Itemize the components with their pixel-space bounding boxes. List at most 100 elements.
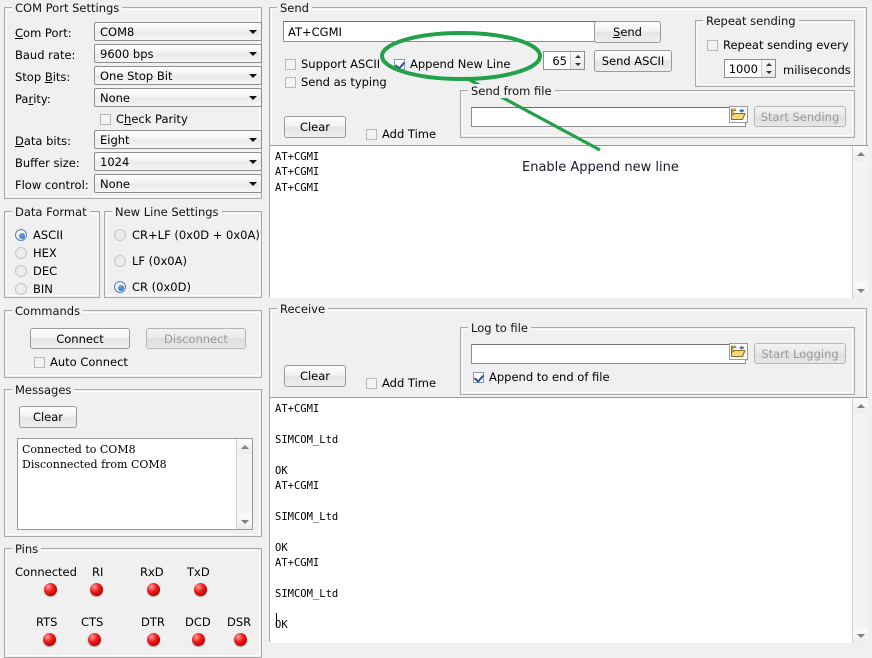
chevron-down-icon [245,23,261,40]
pin-led-rts [43,633,56,646]
data-format-caption: Data Format [12,205,90,219]
spinner-up-icon[interactable] [571,52,584,61]
support-ascii-checkbox[interactable]: Support ASCII [285,57,380,71]
send-file-path-input[interactable] [471,107,746,127]
spinner-buttons[interactable] [761,60,775,77]
repeat-interval-spinner[interactable]: 1000 [724,59,776,78]
data-bits-value: Eight [95,133,245,147]
receive-clear-button[interactable]: Clear [284,365,346,387]
repeat-sending-caption: Repeat sending [703,14,799,28]
new-line-settings-caption: New Line Settings [112,205,222,219]
append-new-line-checkbox[interactable]: Append New Line [394,57,511,71]
send-button[interactable]: Send [594,21,661,43]
spinner-buttons[interactable] [570,52,584,69]
radio-data-format-dec[interactable]: DEC [15,264,57,278]
scroll-up-icon[interactable] [853,146,868,161]
append-to-end-checkbox[interactable]: Append to end of file [473,370,610,384]
scroll-up-icon[interactable] [237,439,252,454]
ascii-code-value: 65 [544,52,570,69]
radio-newline-crlf[interactable]: CR+LF (0x0D + 0x0A) [114,228,260,242]
receive-output-scrollbar[interactable] [852,398,868,643]
flow-control-label: Flow control: [15,178,89,192]
radio-mark [114,255,126,267]
send-add-time-checkbox[interactable]: Add Time [366,127,436,141]
append-new-line-label: Append New Line [410,57,511,71]
repeat-interval-value: 1000 [725,60,761,77]
radio-data-format-bin[interactable]: BIN [15,282,53,296]
send-clear-label: Clear [300,120,330,134]
baud-rate-select[interactable]: 9600 bps [94,44,262,63]
parity-value: None [95,91,245,105]
append-to-end-label: Append to end of file [489,370,610,384]
messages-scrollbar[interactable] [236,439,252,529]
pin-label-ri: RI [92,565,103,579]
check-parity-label: Check Parity [116,112,188,126]
folder-open-icon[interactable] [729,343,748,360]
scroll-down-icon[interactable] [853,628,868,643]
start-sending-button[interactable]: Start Sending [754,106,846,127]
radio-newline-cr[interactable]: CR (0x0D) [114,280,191,294]
data-bits-select[interactable]: Eight [94,130,262,149]
send-clear-button[interactable]: Clear [284,116,346,138]
pin-label-txd: TxD [187,565,210,579]
radio-newline-lf[interactable]: LF (0x0A) [114,254,187,268]
radio-data-format-hex[interactable]: HEX [15,246,57,260]
messages-listbox[interactable]: Connected to COM8 Disconnected from COM8 [17,438,253,530]
com-port-value: COM8 [95,25,245,39]
repeat-sending-label: Repeat sending every [723,38,849,52]
receive-caption: Receive [277,302,328,316]
chevron-down-icon [245,45,261,62]
receive-output-area[interactable]: AT+CGMI SIMCOM_Ltd OK AT+CGMI SIMCOM_Ltd… [270,397,868,643]
log-file-path-input[interactable] [471,344,746,364]
send-add-time-label: Add Time [382,127,436,141]
send-command-value: AT+CGMI [288,25,342,39]
log-to-file-caption: Log to file [468,321,531,335]
com-port-select[interactable]: COM8 [94,22,262,41]
messages-clear-button[interactable]: Clear [19,406,77,428]
pin-label-connected: Connected [15,565,77,579]
ascii-code-spinner[interactable]: 65 [543,51,585,70]
pins-caption: Pins [12,542,41,556]
flow-control-select[interactable]: None [94,174,262,193]
start-logging-button[interactable]: Start Logging [754,343,846,364]
radio-label: CR+LF (0x0D + 0x0A) [132,228,260,242]
radio-mark [15,247,27,259]
stop-bits-select[interactable]: One Stop Bit [94,66,262,85]
send-button-label: Send [613,25,642,39]
send-ascii-button[interactable]: Send ASCII [594,50,672,72]
messages-text: Connected to COM8 Disconnected from COM8 [18,439,237,529]
receive-add-time-checkbox[interactable]: Add Time [366,376,436,390]
parity-select[interactable]: None [94,88,262,107]
auto-connect-checkbox[interactable]: Auto Connect [34,355,128,369]
send-as-typing-checkbox[interactable]: Send as typing [285,75,387,89]
radio-label: BIN [33,282,53,296]
repeat-sending-group: Repeat sending Repeat sending every 1000… [695,20,855,87]
scroll-down-icon[interactable] [237,514,252,529]
start-sending-label: Start Sending [761,110,840,124]
repeat-sending-checkbox[interactable]: Repeat sending every [707,38,849,52]
pin-label-cts: CTS [81,615,103,629]
send-output-scrollbar[interactable] [852,146,868,298]
spinner-down-icon[interactable] [571,61,584,70]
send-command-input[interactable]: AT+CGMI [283,21,603,42]
check-parity-checkbox[interactable]: Check Parity [100,112,188,126]
connect-button[interactable]: Connect [30,328,130,349]
folder-open-icon[interactable] [729,106,748,123]
receive-add-time-label: Add Time [382,376,436,390]
checkbox-box [707,40,718,51]
buffer-size-select[interactable]: 1024 [94,152,262,171]
radio-data-format-ascii[interactable]: ASCII [15,228,63,242]
pin-led-cts [88,633,101,646]
start-logging-label: Start Logging [761,347,838,361]
send-from-file-caption: Send from file [468,84,555,98]
chevron-down-icon [245,175,261,192]
scroll-down-icon[interactable] [853,283,868,298]
disconnect-button[interactable]: Disconnect [146,328,246,349]
log-to-file-group: Log to file Start Logging Append to end … [460,327,855,395]
scroll-up-icon[interactable] [853,398,868,413]
checkbox-box [100,114,111,125]
spinner-up-icon[interactable] [762,60,775,69]
spinner-down-icon[interactable] [762,69,775,78]
radio-mark [15,229,27,241]
pin-led-ri [90,583,103,596]
